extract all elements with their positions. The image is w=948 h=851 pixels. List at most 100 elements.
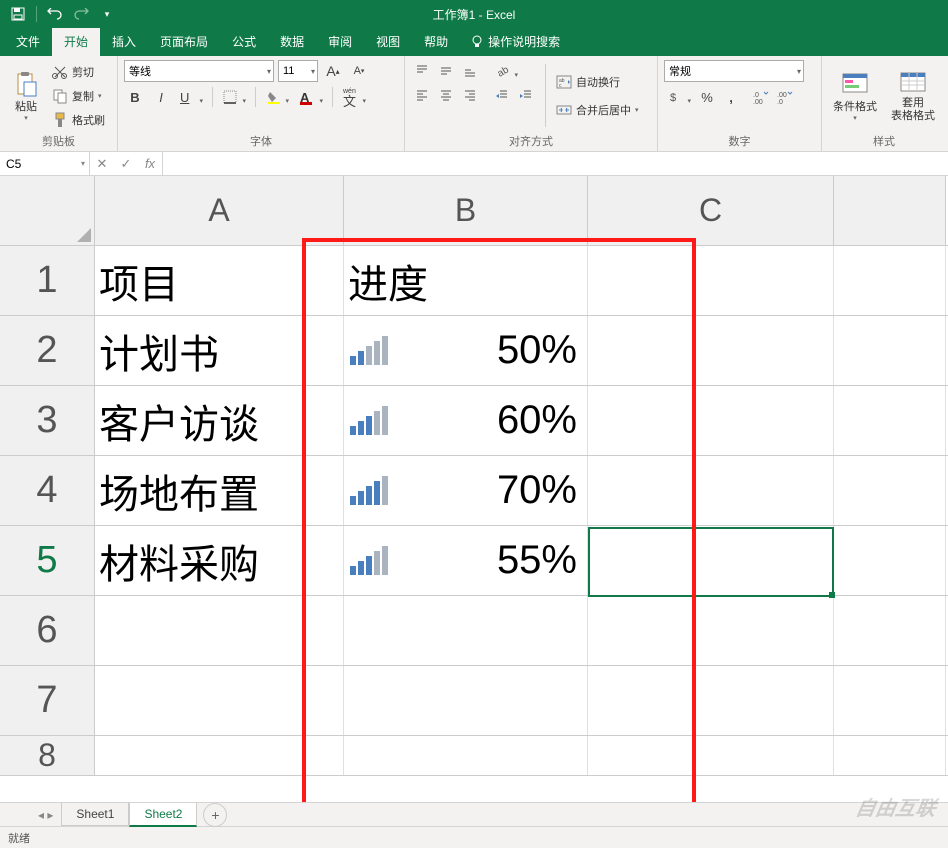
cell-A5[interactable]: 材料采购 (95, 526, 344, 595)
cell-B5[interactable]: 55% (344, 526, 588, 595)
number-format-combo[interactable]: 常规▾ (664, 60, 804, 82)
save-button[interactable] (8, 4, 28, 24)
paste-button[interactable]: 粘贴 ▾ (6, 60, 46, 131)
cut-button[interactable]: 剪切 (50, 61, 107, 83)
redo-button[interactable] (71, 4, 91, 24)
copy-button[interactable]: 复制 ▾ (50, 85, 107, 107)
cell-C6[interactable] (588, 596, 834, 665)
column-header-D[interactable] (834, 176, 946, 245)
tell-me-search[interactable]: 操作说明搜索 (460, 27, 570, 56)
cell-D8[interactable] (834, 736, 946, 775)
orientation-button[interactable]: ab▾ (491, 60, 521, 82)
fill-color-button[interactable]: ▾ (262, 86, 292, 108)
decrease-font-button[interactable]: A▾ (348, 60, 370, 82)
select-all-button[interactable] (0, 176, 95, 245)
sheet-tab-1[interactable]: Sheet1 (61, 803, 129, 826)
tab-help[interactable]: 帮助 (412, 27, 460, 56)
increase-font-button[interactable]: A▴ (322, 60, 344, 82)
cell-C2[interactable] (588, 316, 834, 385)
row-header-3[interactable]: 3 (0, 386, 95, 455)
cell-C3[interactable] (588, 386, 834, 455)
percent-button[interactable]: % (696, 86, 718, 108)
cell-B6[interactable] (344, 596, 588, 665)
cell-B4[interactable]: 70% (344, 456, 588, 525)
tab-formulas[interactable]: 公式 (220, 27, 268, 56)
cell-A6[interactable] (95, 596, 344, 665)
tab-home[interactable]: 开始 (52, 27, 100, 56)
undo-button[interactable] (45, 4, 65, 24)
cell-A2[interactable]: 计划书 (95, 316, 344, 385)
row-header-5[interactable]: 5 (0, 526, 95, 595)
underline-button[interactable]: U▾ (176, 86, 206, 108)
cancel-formula-button[interactable]: ✕ (90, 156, 114, 172)
align-bottom-button[interactable] (459, 60, 481, 82)
cell-A3[interactable]: 客户访谈 (95, 386, 344, 455)
merge-center-button[interactable]: 合并后居中 ▾ (554, 99, 641, 121)
column-header-B[interactable]: B (344, 176, 588, 245)
wrap-text-button[interactable]: abc 自动换行 (554, 71, 641, 93)
cell-B2[interactable]: 50% (344, 316, 588, 385)
align-left-button[interactable] (411, 84, 433, 106)
row-header-7[interactable]: 7 (0, 666, 95, 735)
insert-function-button[interactable]: fx (138, 156, 162, 171)
accounting-format-button[interactable]: $▾ (664, 86, 694, 108)
qat-customize[interactable]: ▾ (97, 4, 117, 24)
tab-page-layout[interactable]: 页面布局 (148, 27, 220, 56)
tab-file[interactable]: 文件 (4, 27, 52, 56)
tab-review[interactable]: 审阅 (316, 27, 364, 56)
column-header-A[interactable]: A (95, 176, 344, 245)
cell-D4[interactable] (834, 456, 946, 525)
increase-indent-button[interactable] (515, 84, 537, 106)
row-header-4[interactable]: 4 (0, 456, 95, 525)
new-sheet-button[interactable]: + (203, 803, 227, 827)
column-header-C[interactable]: C (588, 176, 834, 245)
row-header-8[interactable]: 8 (0, 736, 95, 775)
name-box[interactable]: C5 ▾ (0, 152, 90, 175)
cell-C4[interactable] (588, 456, 834, 525)
tab-view[interactable]: 视图 (364, 27, 412, 56)
cell-B7[interactable] (344, 666, 588, 735)
cell-D2[interactable] (834, 316, 946, 385)
cell-C5[interactable] (588, 526, 834, 595)
decrease-decimal-button[interactable]: .00.0 (774, 86, 796, 108)
conditional-format-button[interactable]: 条件格式 ▾ (828, 60, 882, 131)
sheet-nav[interactable]: ◂ ▸ (30, 808, 61, 822)
table-format-button[interactable]: 套用 表格格式 (886, 60, 940, 131)
cell-D6[interactable] (834, 596, 946, 665)
cell-C7[interactable] (588, 666, 834, 735)
enter-formula-button[interactable]: ✓ (114, 156, 138, 172)
decrease-indent-button[interactable] (491, 84, 513, 106)
increase-decimal-button[interactable]: .0.00 (750, 86, 772, 108)
font-size-combo[interactable]: 11▾ (278, 60, 318, 82)
align-top-button[interactable] (411, 60, 433, 82)
cell-D1[interactable] (834, 246, 946, 315)
cell-D5[interactable] (834, 526, 946, 595)
cell-B8[interactable] (344, 736, 588, 775)
sheet-tab-2[interactable]: Sheet2 (129, 803, 197, 827)
row-header-1[interactable]: 1 (0, 246, 95, 315)
borders-button[interactable]: ▾ (219, 86, 249, 108)
cell-B3[interactable]: 60% (344, 386, 588, 455)
align-center-button[interactable] (435, 84, 457, 106)
row-header-2[interactable]: 2 (0, 316, 95, 385)
align-right-button[interactable] (459, 84, 481, 106)
format-painter-button[interactable]: 格式刷 (50, 109, 107, 131)
phonetic-button[interactable]: wén 文▾ (339, 86, 369, 108)
align-middle-button[interactable] (435, 60, 457, 82)
comma-button[interactable]: , (720, 86, 742, 108)
cell-D3[interactable] (834, 386, 946, 455)
formula-input[interactable] (163, 152, 948, 175)
font-name-combo[interactable]: 等线▾ (124, 60, 274, 82)
cell-C1[interactable] (588, 246, 834, 315)
cell-A1[interactable]: 项目 (95, 246, 344, 315)
row-header-6[interactable]: 6 (0, 596, 95, 665)
cell-A7[interactable] (95, 666, 344, 735)
tab-insert[interactable]: 插入 (100, 27, 148, 56)
cell-D7[interactable] (834, 666, 946, 735)
bold-button[interactable]: B (124, 86, 146, 108)
cell-C8[interactable] (588, 736, 834, 775)
cell-A4[interactable]: 场地布置 (95, 456, 344, 525)
cell-A8[interactable] (95, 736, 344, 775)
cell-B1[interactable]: 进度 (344, 246, 588, 315)
italic-button[interactable]: I (150, 86, 172, 108)
